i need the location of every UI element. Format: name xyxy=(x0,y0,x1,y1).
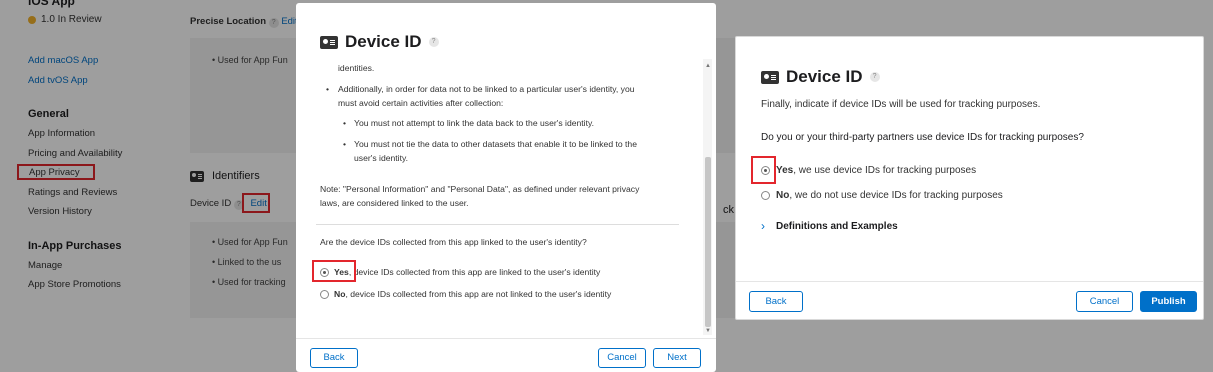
text-line: Additionally, in order for data not to b… xyxy=(338,84,635,94)
bullet-marker: • xyxy=(326,84,330,94)
option-no-linked-label[interactable]: No, device IDs collected from this app a… xyxy=(334,288,611,302)
back-button[interactable]: Back xyxy=(310,348,358,368)
dialog-title-text: Device ID xyxy=(345,32,422,51)
definitions-link[interactable]: Definitions and Examples xyxy=(776,221,898,232)
id-card-icon xyxy=(761,70,779,84)
dialog-title: Device ID ? xyxy=(320,32,439,52)
dialog-footer-divider xyxy=(296,338,716,339)
yes-highlight-box xyxy=(312,260,356,282)
option-no-tracking-label[interactable]: No, we do not use device IDs for trackin… xyxy=(776,190,1003,201)
radio-no-tracking[interactable] xyxy=(761,191,770,200)
intro-text: Finally, indicate if device IDs will be … xyxy=(761,99,1041,110)
radio-no-linked[interactable] xyxy=(320,290,329,299)
question-text: Do you or your third-party partners use … xyxy=(761,132,1084,143)
dialog-footer-divider xyxy=(736,281,1203,282)
bullet-marker: • xyxy=(343,139,347,149)
chevron-right-icon[interactable]: › xyxy=(761,219,765,233)
back-button[interactable]: Back xyxy=(749,291,803,312)
scroll-down-icon[interactable]: ▼ xyxy=(705,328,711,334)
scrollbar-thumb[interactable] xyxy=(705,157,711,327)
text-line: Note: "Personal Information" and "Person… xyxy=(320,184,640,194)
yes-highlight-box xyxy=(751,156,776,184)
text-line: identities. xyxy=(338,63,375,73)
dialog-scroll-area[interactable]: identities. • Additionally, in order for… xyxy=(296,59,712,335)
dialog-title-text: Device ID xyxy=(786,67,863,86)
question-text: Are the device IDs collected from this a… xyxy=(320,237,587,247)
divider xyxy=(316,224,679,225)
cancel-button[interactable]: Cancel xyxy=(598,348,646,368)
text-line: laws, are considered linked to the user. xyxy=(320,198,469,208)
option-yes-linked-label[interactable]: Yes, device IDs collected from this app … xyxy=(334,266,600,280)
scroll-up-icon[interactable]: ▲ xyxy=(705,63,711,69)
device-id-tracking-dialog: Device ID ? Finally, indicate if device … xyxy=(735,36,1204,320)
option-yes-tracking-label[interactable]: Yes, we use device IDs for tracking purp… xyxy=(776,165,976,176)
help-icon[interactable]: ? xyxy=(428,37,439,47)
text-line: You must not attempt to link the data ba… xyxy=(354,118,595,128)
dialog-title: Device ID ? xyxy=(761,67,880,87)
next-button[interactable]: Next xyxy=(653,348,701,368)
text-line: You must not tie the data to other datas… xyxy=(354,139,637,149)
publish-button[interactable]: Publish xyxy=(1140,291,1197,312)
text-line: user's identity. xyxy=(354,153,409,163)
help-icon[interactable]: ? xyxy=(869,72,880,82)
cancel-button[interactable]: Cancel xyxy=(1076,291,1133,312)
device-id-linked-dialog: Device ID ? identities. • Additionally, … xyxy=(296,3,716,372)
id-card-icon xyxy=(320,35,338,49)
text-line: must avoid certain activities after coll… xyxy=(338,98,504,108)
bullet-marker: • xyxy=(343,118,347,128)
